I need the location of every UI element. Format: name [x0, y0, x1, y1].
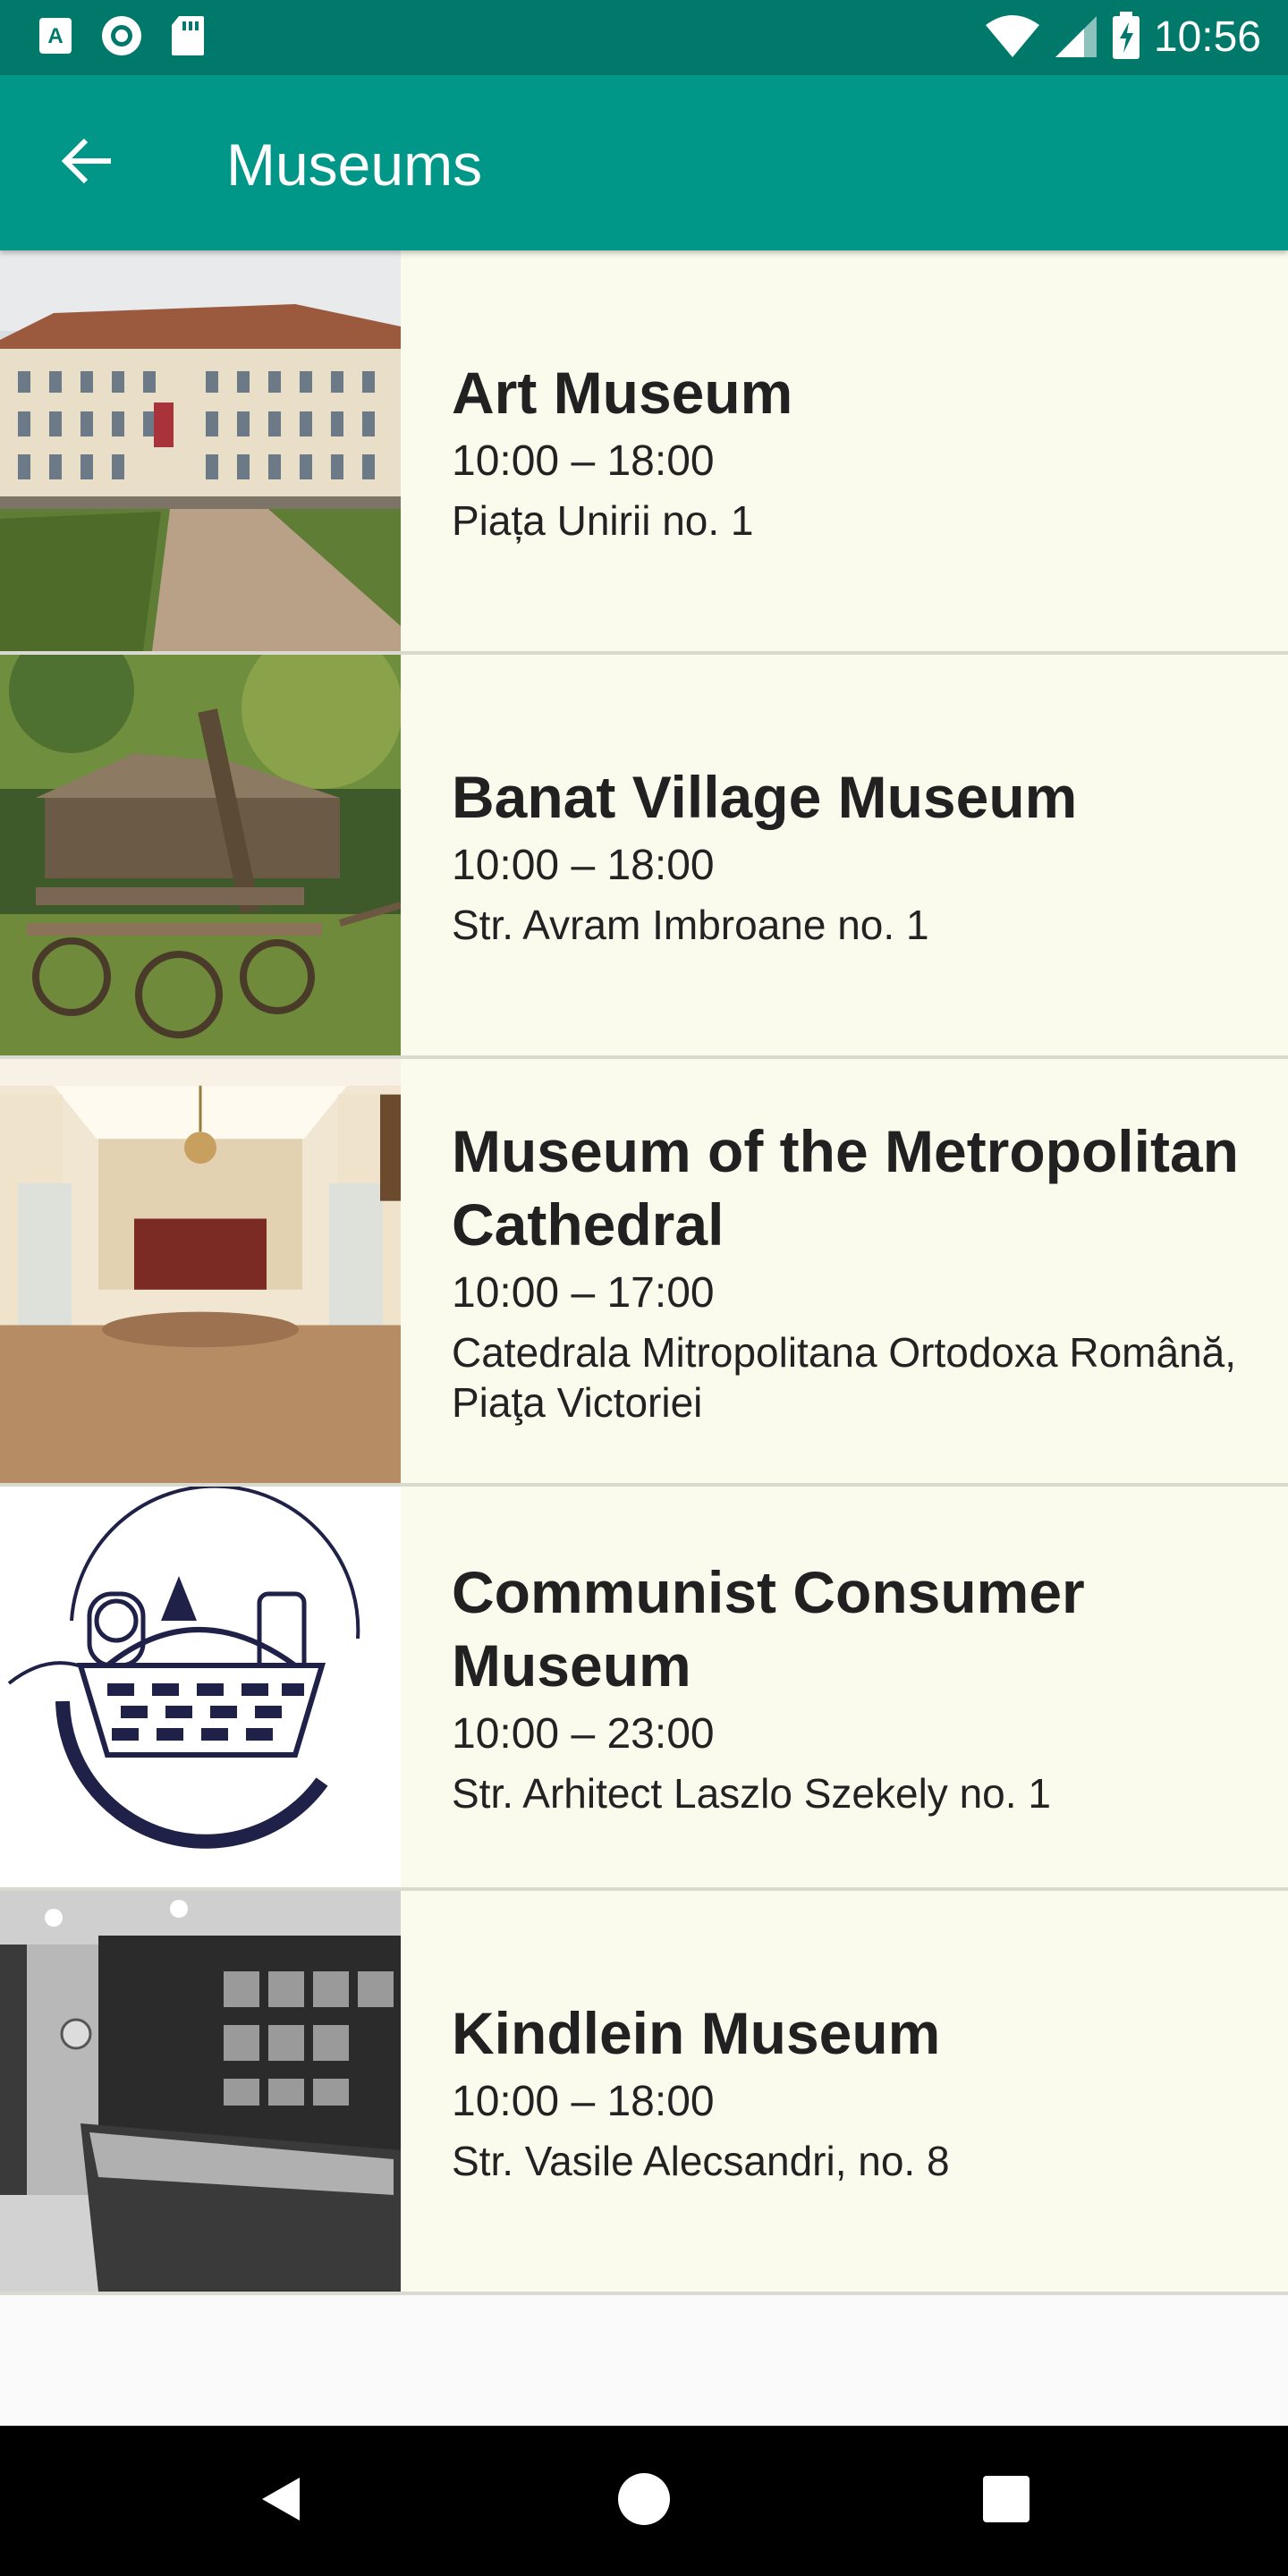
arrow-back-icon [61, 138, 114, 189]
museum-info: Museum of the Metropolitan Cathedral 10:… [401, 1059, 1288, 1483]
circle-notification-icon [100, 14, 143, 62]
museum-name: Art Museum [452, 360, 793, 426]
museum-name: Kindlein Museum [452, 2000, 941, 2066]
museum-address: Str. Avram Imbroane no. 1 [452, 902, 929, 948]
status-left-icons: A [38, 14, 206, 62]
home-circle-icon [617, 2472, 671, 2530]
museum-row-kindlein-museum[interactable]: Kindlein Museum 10:00 – 18:00 Str. Vasil… [0, 1891, 1288, 2295]
a-notification-icon: A [38, 16, 73, 60]
museum-hours: 10:00 – 18:00 [452, 842, 715, 889]
exhibition-hall-photo [0, 1059, 401, 1483]
museum-hours: 10:00 – 23:00 [452, 1710, 715, 1758]
museum-row-art-museum[interactable]: Art Museum 10:00 – 18:00 Piața Unirii no… [0, 250, 1288, 655]
status-time: 10:56 [1153, 13, 1261, 61]
museum-info: Art Museum 10:00 – 18:00 Piața Unirii no… [401, 250, 1288, 651]
museum-info: Banat Village Museum 10:00 – 18:00 Str. … [401, 655, 1288, 1055]
museum-address: Str. Vasile Alecsandri, no. 8 [452, 2138, 950, 2184]
village-cart-photo [0, 655, 401, 1055]
museum-info: Communist Consumer Museum 10:00 – 23:00 … [401, 1487, 1288, 1887]
museum-row-banat-village-museum[interactable]: Banat Village Museum 10:00 – 18:00 Str. … [0, 655, 1288, 1059]
recents-square-icon [979, 2472, 1033, 2530]
sd-card-icon [170, 14, 206, 62]
museum-name: Banat Village Museum [452, 764, 1078, 830]
museum-hours: 10:00 – 17:00 [452, 1269, 715, 1317]
signal-icon [1054, 13, 1098, 64]
museum-name: Communist Consumer Museum [452, 1559, 1085, 1699]
museum-address: Catedrala Mitropolitana Ortodoxa Română,… [452, 1329, 1237, 1426]
nav-back-button[interactable] [246, 2465, 318, 2537]
page-title: Museums [226, 131, 483, 198]
battery-charging-icon [1111, 11, 1141, 64]
museum-address: Piața Unirii no. 1 [452, 497, 754, 544]
museum-hours: 10:00 – 18:00 [452, 2078, 715, 2125]
wifi-icon [984, 13, 1041, 64]
system-navigation-bar [0, 2426, 1288, 2576]
baroque-palace-photo [0, 250, 401, 651]
museum-info: Kindlein Museum 10:00 – 18:00 Str. Vasil… [401, 1891, 1288, 2292]
basket-logo-image [0, 1487, 401, 1887]
back-triangle-icon [255, 2472, 309, 2530]
nav-recents-button[interactable] [970, 2465, 1042, 2537]
museum-row-communist-consumer-museum[interactable]: Communist Consumer Museum 10:00 – 23:00 … [0, 1487, 1288, 1891]
museum-address: Str. Arhitect Laszlo Szekely no. 1 [452, 1770, 1051, 1817]
museum-row-metropolitan-cathedral[interactable]: Museum of the Metropolitan Cathedral 10:… [0, 1059, 1288, 1487]
status-right-icons: 10:56 [984, 11, 1261, 64]
back-button[interactable] [52, 127, 123, 199]
museum-name: Museum of the Metropolitan Cathedral [452, 1118, 1239, 1258]
status-bar: A 10:56 [0, 0, 1288, 75]
museum-list: Art Museum 10:00 – 18:00 Piața Unirii no… [0, 250, 1288, 2295]
museum-hours: 10:00 – 18:00 [452, 437, 715, 485]
svg-text:A: A [47, 24, 63, 48]
app-bar: Museums [0, 75, 1288, 250]
grayscale-display-cases-photo [0, 1891, 401, 2292]
nav-home-button[interactable] [608, 2465, 680, 2537]
